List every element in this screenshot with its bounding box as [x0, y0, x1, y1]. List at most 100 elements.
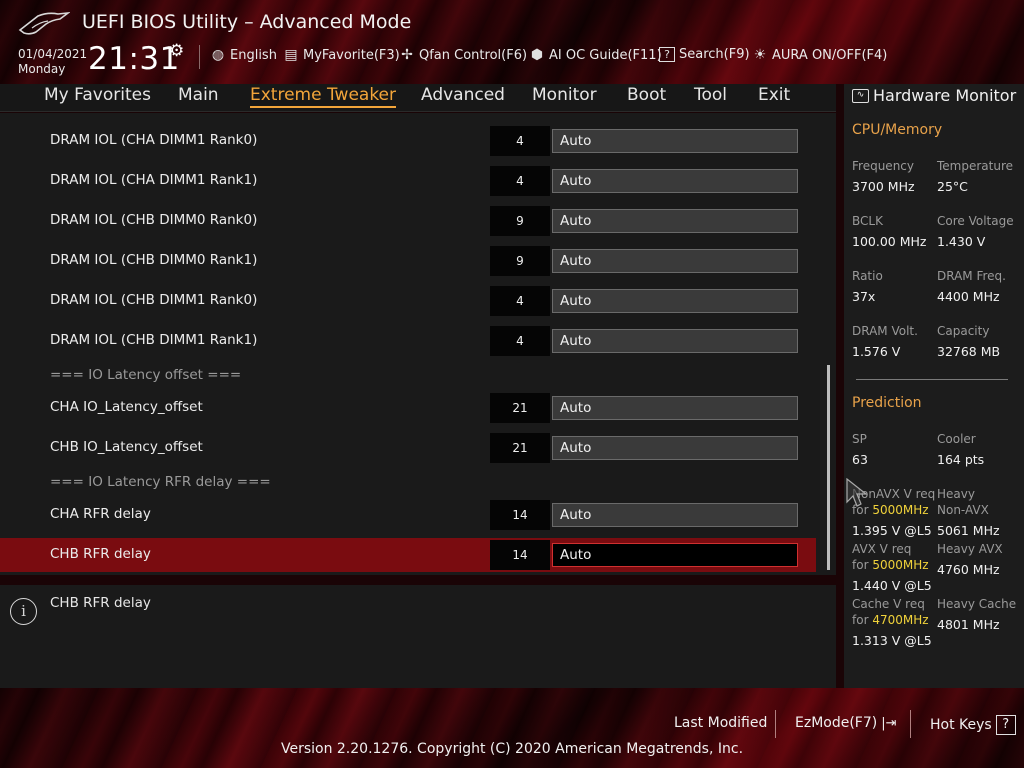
- heavy-nonavx-value: 5061 MHz: [937, 523, 1000, 538]
- search-button[interactable]: ? Search(F9): [659, 47, 750, 62]
- heavy-avx-label: Heavy AVX: [937, 542, 1003, 556]
- setting-current-value: 9: [490, 206, 550, 236]
- search-help-icon: ?: [659, 47, 675, 62]
- setting-label: DRAM IOL (CHB DIMM0 Rank1): [50, 252, 258, 268]
- monitor-icon: ∿: [852, 88, 869, 103]
- tab-monitor[interactable]: Monitor: [532, 85, 597, 105]
- setting-label: DRAM IOL (CHB DIMM0 Rank0): [50, 212, 258, 228]
- setting-current-value: 4: [490, 126, 550, 156]
- setting-label: DRAM IOL (CHB DIMM1 Rank1): [50, 332, 258, 348]
- tab-my-favorites[interactable]: My Favorites: [44, 85, 151, 105]
- hardware-monitor-panel: ∿ Hardware Monitor CPU/Memory Frequency …: [844, 84, 1024, 688]
- aura-label: AURA ON/OFF(F4): [772, 47, 888, 63]
- ai-oc-guide-button[interactable]: ⬢ AI OC Guide(F11): [529, 47, 662, 63]
- tab-boot[interactable]: Boot: [627, 85, 666, 105]
- ratio-label: Ratio: [852, 269, 883, 283]
- aura-icon: ☀: [753, 47, 767, 63]
- tab-main[interactable]: Main: [178, 85, 219, 105]
- exit-arrow-icon: |⇥: [881, 715, 897, 731]
- setting-row[interactable]: CHB IO_Latency_offset 21 Auto: [0, 431, 816, 465]
- language-label: English: [230, 47, 277, 63]
- setting-label: DRAM IOL (CHA DIMM1 Rank1): [50, 172, 258, 188]
- rog-logo-icon: [18, 11, 70, 35]
- bclk-label: BCLK: [852, 214, 883, 228]
- myfavorite-label: MyFavorite(F3): [303, 47, 400, 63]
- setting-input[interactable]: Auto: [552, 329, 798, 353]
- avx-vreq-label: AVX V req: [852, 542, 912, 556]
- dram-freq-label: DRAM Freq.: [937, 269, 1006, 283]
- heavy-cache-value: 4801 MHz: [937, 617, 1000, 632]
- setting-row-selected[interactable]: CHB RFR delay 14 Auto: [0, 538, 816, 572]
- cache-voltage: 1.313 V @L5: [852, 633, 932, 648]
- tab-extreme-tweaker[interactable]: Extreme Tweaker: [250, 85, 397, 108]
- setting-input[interactable]: Auto: [552, 169, 798, 193]
- hardware-monitor-title: ∿ Hardware Monitor: [852, 86, 1016, 105]
- window-title: UEFI BIOS Utility – Advanced Mode: [82, 11, 412, 33]
- frequency-value: 3700 MHz: [852, 179, 915, 194]
- ratio-value: 37x: [852, 289, 876, 304]
- cooler-label: Cooler: [937, 432, 976, 446]
- cpu-memory-heading: CPU/Memory: [852, 122, 943, 138]
- globe-icon: ◍: [211, 47, 225, 63]
- hot-keys-label: Hot Keys: [930, 717, 992, 733]
- setting-input[interactable]: Auto: [552, 209, 798, 233]
- dram-volt-value: 1.576 V: [852, 344, 901, 359]
- setting-input[interactable]: Auto: [552, 289, 798, 313]
- cache-freq: 4700MHz: [872, 613, 929, 627]
- ezmode-button[interactable]: EzMode(F7) |⇥: [795, 715, 897, 731]
- dram-freq-value: 4400 MHz: [937, 289, 1000, 304]
- for-word: for: [852, 558, 869, 572]
- setting-input[interactable]: Auto: [552, 396, 798, 420]
- date-display: 01/04/2021 Monday: [18, 47, 87, 77]
- nonavx-freq: 5000MHz: [872, 503, 929, 517]
- setting-row[interactable]: DRAM IOL (CHB DIMM0 Rank0) 9 Auto: [0, 204, 816, 238]
- section-header: === IO Latency RFR delay ===: [50, 474, 271, 490]
- setting-row[interactable]: CHA IO_Latency_offset 21 Auto: [0, 391, 816, 425]
- hot-keys-button[interactable]: Hot Keys ?: [930, 715, 1016, 735]
- help-icon: ?: [995, 715, 1016, 735]
- ezmode-label: EzMode(F7): [795, 715, 878, 731]
- section-header: === IO Latency offset ===: [50, 367, 242, 383]
- ai-oc-guide-label: AI OC Guide(F11): [549, 47, 662, 63]
- heavy-cache-label: Heavy Cache: [937, 597, 1017, 611]
- setting-row[interactable]: DRAM IOL (CHB DIMM1 Rank0) 4 Auto: [0, 284, 816, 318]
- setting-row[interactable]: DRAM IOL (CHB DIMM1 Rank1) 4 Auto: [0, 324, 816, 358]
- setting-input[interactable]: Auto: [552, 503, 798, 527]
- setting-current-value: 21: [490, 393, 550, 423]
- setting-row[interactable]: DRAM IOL (CHA DIMM1 Rank1) 4 Auto: [0, 164, 816, 198]
- setting-input[interactable]: Auto: [552, 249, 798, 273]
- setting-current-value: 4: [490, 166, 550, 196]
- setting-current-value: 4: [490, 326, 550, 356]
- setting-row[interactable]: DRAM IOL (CHA DIMM1 Rank0) 4 Auto: [0, 124, 816, 158]
- info-icon: i: [10, 598, 37, 625]
- avx-voltage: 1.440 V @L5: [852, 578, 932, 593]
- settings-list: DRAM IOL (CHA DIMM1 Rank0) 4 Auto DRAM I…: [0, 113, 836, 575]
- gear-icon[interactable]: ⚙: [169, 41, 184, 61]
- footer-divider: [910, 710, 911, 738]
- setting-current-value: 9: [490, 246, 550, 276]
- bclk-value: 100.00 MHz: [852, 234, 927, 249]
- myfavorite-button[interactable]: ▤ MyFavorite(F3): [283, 47, 400, 63]
- tab-advanced[interactable]: Advanced: [421, 85, 505, 105]
- aura-toggle-button[interactable]: ☀ AURA ON/OFF(F4): [752, 47, 888, 63]
- frequency-label: Frequency: [852, 159, 914, 173]
- setting-row[interactable]: CHA RFR delay 14 Auto: [0, 498, 816, 532]
- last-modified-button[interactable]: Last Modified: [674, 715, 767, 731]
- cache-vreq-for: for 4700MHz: [852, 613, 929, 627]
- setting-input[interactable]: Auto: [552, 436, 798, 460]
- clock-time: 21:31: [88, 41, 180, 77]
- sp-label: SP: [852, 432, 867, 446]
- language-button[interactable]: ◍ English: [210, 47, 277, 63]
- capacity-label: Capacity: [937, 324, 990, 338]
- setting-input[interactable]: Auto: [552, 129, 798, 153]
- version-text: Version 2.20.1276. Copyright (C) 2020 Am…: [280, 741, 744, 757]
- qfan-control-label: Qfan Control(F6): [419, 47, 528, 63]
- setting-input[interactable]: Auto: [552, 543, 798, 567]
- cooler-value: 164 pts: [937, 452, 985, 467]
- qfan-control-button[interactable]: ✢ Qfan Control(F6): [399, 47, 527, 63]
- scrollbar[interactable]: [827, 365, 830, 570]
- tab-tool[interactable]: Tool: [694, 85, 727, 105]
- setting-row[interactable]: DRAM IOL (CHB DIMM0 Rank1) 9 Auto: [0, 244, 816, 278]
- setting-current-value: 4: [490, 286, 550, 316]
- tab-exit[interactable]: Exit: [758, 85, 790, 105]
